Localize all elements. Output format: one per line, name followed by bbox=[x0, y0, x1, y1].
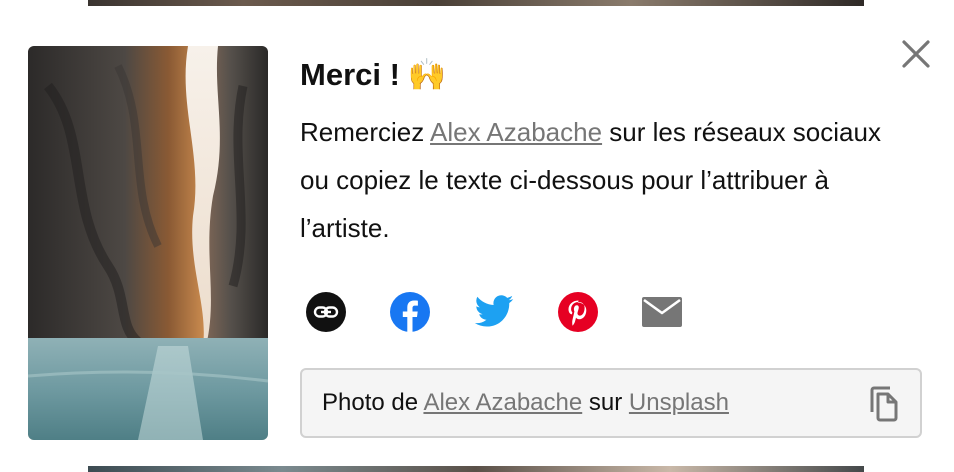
copy-attribution-button[interactable] bbox=[866, 384, 902, 424]
close-button[interactable] bbox=[896, 34, 936, 74]
facebook-share-button[interactable] bbox=[388, 290, 432, 334]
credit-prefix: Photo de bbox=[322, 389, 424, 416]
pinterest-share-button[interactable] bbox=[556, 290, 600, 334]
twitter-icon bbox=[474, 295, 514, 327]
link-icon bbox=[306, 292, 346, 332]
artwork-photo bbox=[28, 46, 268, 440]
credit-source-link[interactable]: Unsplash bbox=[629, 389, 729, 416]
modal-title: Merci ! 🙌 bbox=[300, 52, 900, 98]
copy-link-button[interactable] bbox=[304, 290, 348, 334]
modal-content: Merci ! 🙌 Remerciez Alex Azabache sur le… bbox=[300, 52, 900, 252]
desc-prefix: Remerciez bbox=[300, 117, 431, 147]
raising-hands-emoji: 🙌 bbox=[407, 57, 447, 92]
pinterest-icon bbox=[558, 292, 598, 332]
close-icon bbox=[902, 40, 930, 68]
attribution-box: Photo de Alex Azabache sur Unsplash bbox=[300, 368, 922, 438]
share-buttons bbox=[304, 290, 724, 334]
thank-you-modal: Merci ! 🙌 Remerciez Alex Azabache sur le… bbox=[0, 6, 954, 466]
credit-artist-link[interactable]: Alex Azabache bbox=[423, 389, 582, 416]
artist-link[interactable]: Alex Azabache bbox=[430, 117, 602, 147]
email-share-button[interactable] bbox=[640, 290, 684, 334]
mail-icon bbox=[642, 297, 682, 327]
title-text: Merci ! bbox=[300, 57, 400, 92]
twitter-share-button[interactable] bbox=[472, 290, 516, 334]
thank-you-description: Remerciez Alex Azabache sur les réseaux … bbox=[300, 108, 900, 252]
attribution-text[interactable]: Photo de Alex Azabache sur Unsplash bbox=[322, 389, 729, 417]
credit-middle: sur bbox=[582, 389, 629, 416]
facebook-icon bbox=[390, 292, 430, 332]
copy-icon bbox=[870, 386, 898, 422]
